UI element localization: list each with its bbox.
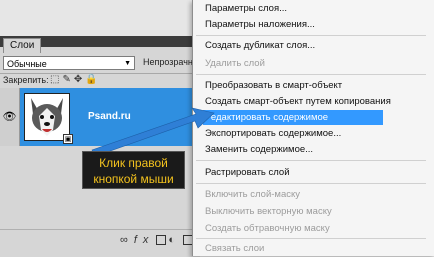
pointer-arrow <box>91 107 215 157</box>
callout-line-1: Клик правой <box>99 156 168 170</box>
callout-box: Клик правой кнопкой мыши <box>82 151 185 189</box>
callout-line-2: кнопкой мыши <box>93 172 174 186</box>
